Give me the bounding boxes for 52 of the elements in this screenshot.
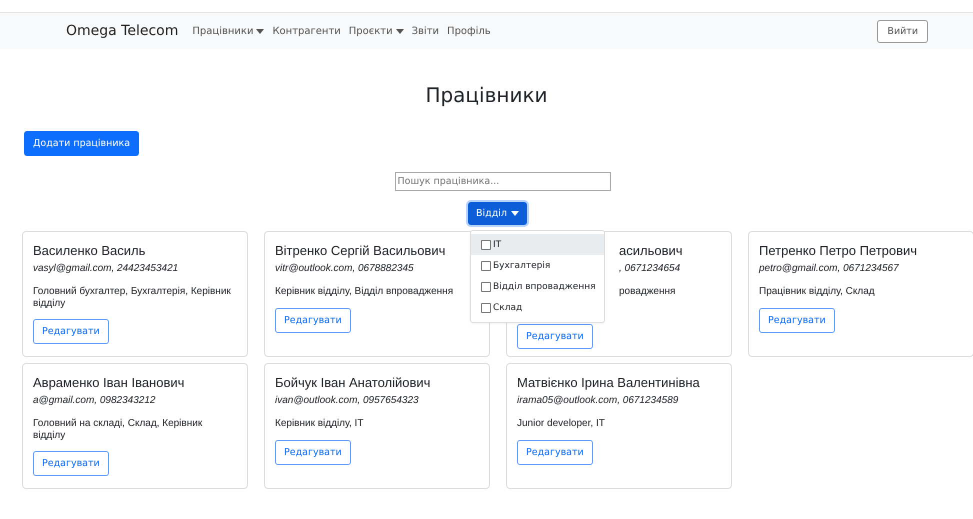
- option-label: IT: [493, 240, 502, 250]
- employee-contact: vitr@outlook.com, 0678882345: [275, 263, 414, 274]
- edit-button[interactable]: Редагувати: [33, 319, 109, 344]
- add-employee-button[interactable]: Додати працівника: [24, 131, 140, 156]
- dropdown-option[interactable]: IT: [471, 234, 604, 255]
- nav-link[interactable]: Працівники: [192, 26, 264, 36]
- edit-button[interactable]: Редагувати: [759, 308, 835, 332]
- employee-name: Матвієнко Ірина Валентинівна: [517, 375, 700, 390]
- logout-button[interactable]: Вийти: [877, 20, 928, 42]
- employee-name: асильович: [619, 243, 683, 258]
- nav-link[interactable]: Профіль: [447, 26, 491, 36]
- employee-roles: Головний бухгалтер, Бухгалтерія, Керівник відділу: [33, 286, 232, 309]
- employee-roles: Головний на складі, Склад, Керівник відділу: [33, 418, 204, 441]
- employee-name: Петренко Петро Петрович: [759, 243, 918, 258]
- employee-contact: a@gmail.com, 0982343212: [33, 395, 156, 406]
- employee-name: Вітренко Сергій Васильович: [275, 243, 446, 258]
- checkbox[interactable]: [481, 240, 491, 250]
- employee-contact: , 0671234654: [619, 263, 680, 274]
- employee-roles: Працівник відділу, Склад: [759, 286, 875, 298]
- brand-link[interactable]: Omega Telecom: [66, 23, 178, 39]
- search-field[interactable]: Пошук працівника...: [394, 172, 610, 191]
- page-title: Працівники: [424, 83, 549, 107]
- option-label: Бухгалтерія: [493, 260, 550, 270]
- checkbox[interactable]: [481, 282, 491, 292]
- dropdown-option[interactable]: Склад: [471, 297, 604, 318]
- employee-name: Авраменко Іван Іванович: [33, 375, 184, 390]
- employee-name: Бойчук Іван Анатолійович: [275, 375, 430, 390]
- edit-button[interactable]: Редагувати: [275, 440, 351, 464]
- nav-link[interactable]: Контрагенти: [272, 26, 341, 36]
- edit-button[interactable]: Редагувати: [517, 324, 593, 348]
- employee-roles: Керівник відділу, Відділ впровадження: [275, 286, 454, 298]
- employee-contact: ivan@outlook.com, 0957654323: [275, 395, 419, 406]
- employee-roles: Керівник відділу, IT: [275, 418, 364, 430]
- edit-button[interactable]: Редагувати: [517, 440, 593, 464]
- checkbox[interactable]: [481, 302, 491, 312]
- nav-link[interactable]: Проєкти: [348, 26, 404, 36]
- edit-button[interactable]: Редагувати: [33, 451, 109, 476]
- department-dropdown[interactable]: Відділ: [468, 202, 527, 225]
- employee-roles: ровадження: [619, 286, 676, 298]
- employee-roles: Junior developer, IT: [517, 418, 605, 430]
- employee-contact: irama05@outlook.com, 0671234589: [517, 395, 678, 406]
- employee-contact: vasyl@gmail.com, 24423453421: [33, 263, 178, 274]
- employee-contact: petro@gmail.com, 0671234567: [759, 263, 899, 274]
- option-label: Склад: [493, 302, 522, 312]
- dropdown-option[interactable]: Бухгалтерія: [471, 255, 604, 276]
- option-label: Відділ впровадження: [493, 282, 596, 292]
- employee-name: Василенко Василь: [33, 243, 146, 258]
- nav-link[interactable]: Звіти: [412, 26, 440, 36]
- edit-button[interactable]: Редагувати: [275, 308, 351, 332]
- dropdown-option[interactable]: Відділ впровадження: [471, 276, 604, 297]
- checkbox[interactable]: [481, 260, 491, 270]
- caret-icon: [511, 211, 519, 216]
